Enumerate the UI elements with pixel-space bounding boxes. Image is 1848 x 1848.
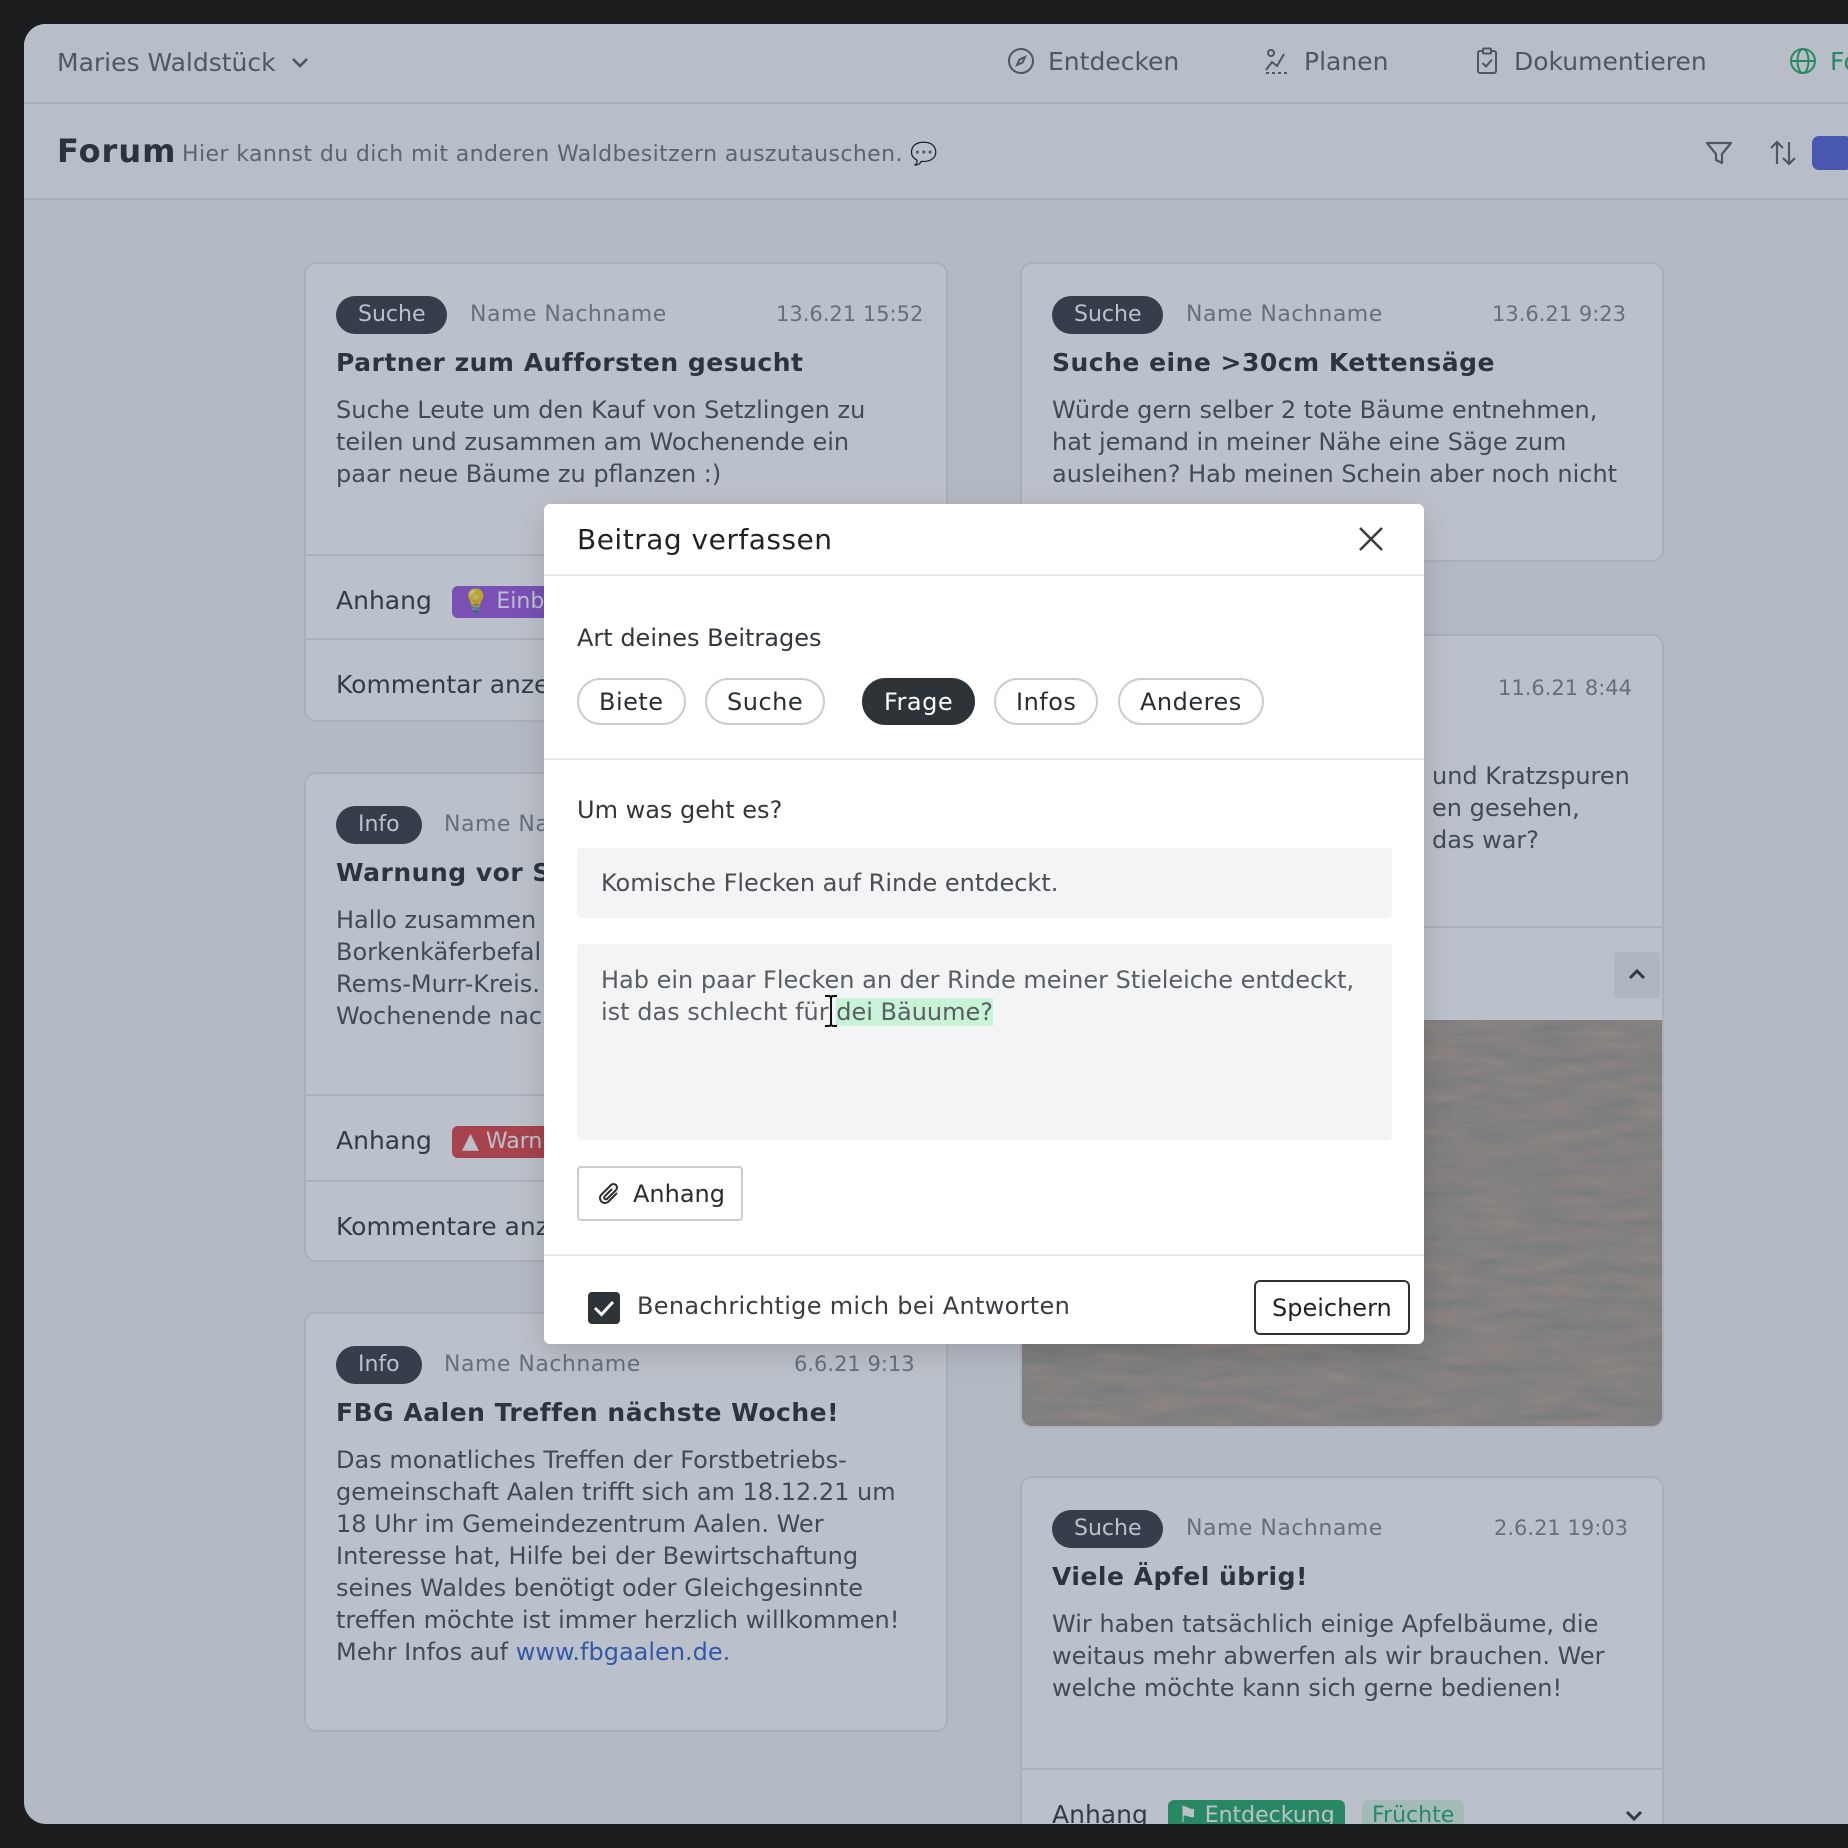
text-cursor-icon xyxy=(825,995,837,1027)
type-chip-anderes[interactable]: Anderes xyxy=(1118,678,1264,725)
save-button[interactable]: Speichern xyxy=(1254,1280,1410,1335)
compose-post-dialog: Beitrag verfassen Art deines Beitrages B… xyxy=(544,504,1424,1344)
topic-label: Um was geht es? xyxy=(577,796,783,824)
divider xyxy=(544,1254,1424,1256)
notify-checkbox[interactable] xyxy=(588,1292,620,1324)
dialog-title: Beitrag verfassen xyxy=(577,523,833,556)
paperclip-icon xyxy=(599,1182,619,1204)
divider xyxy=(544,758,1424,760)
app-window: Maries Waldstück Entdecken Planen Dokume… xyxy=(24,24,1848,1824)
post-body-textarea[interactable]: Hab ein paar Flecken an der Rinde meiner… xyxy=(577,944,1392,1140)
attach-button[interactable]: Anhang xyxy=(577,1166,743,1221)
type-chip-frage[interactable]: Frage xyxy=(862,678,976,725)
divider xyxy=(544,574,1424,576)
post-type-label: Art deines Beitrages xyxy=(577,624,822,652)
notify-label[interactable]: Benachrichtige mich bei Antworten xyxy=(637,1292,1070,1320)
checkmark-icon xyxy=(593,1300,615,1317)
suggestion-highlight: dei Bäuume? xyxy=(836,998,994,1026)
post-title-input[interactable] xyxy=(577,848,1392,918)
type-chip-biete[interactable]: Biete xyxy=(577,678,686,725)
type-chip-infos[interactable]: Infos xyxy=(994,678,1099,725)
close-icon xyxy=(1359,527,1383,551)
type-chip-suche[interactable]: Suche xyxy=(705,678,826,725)
close-button[interactable] xyxy=(1354,522,1388,556)
